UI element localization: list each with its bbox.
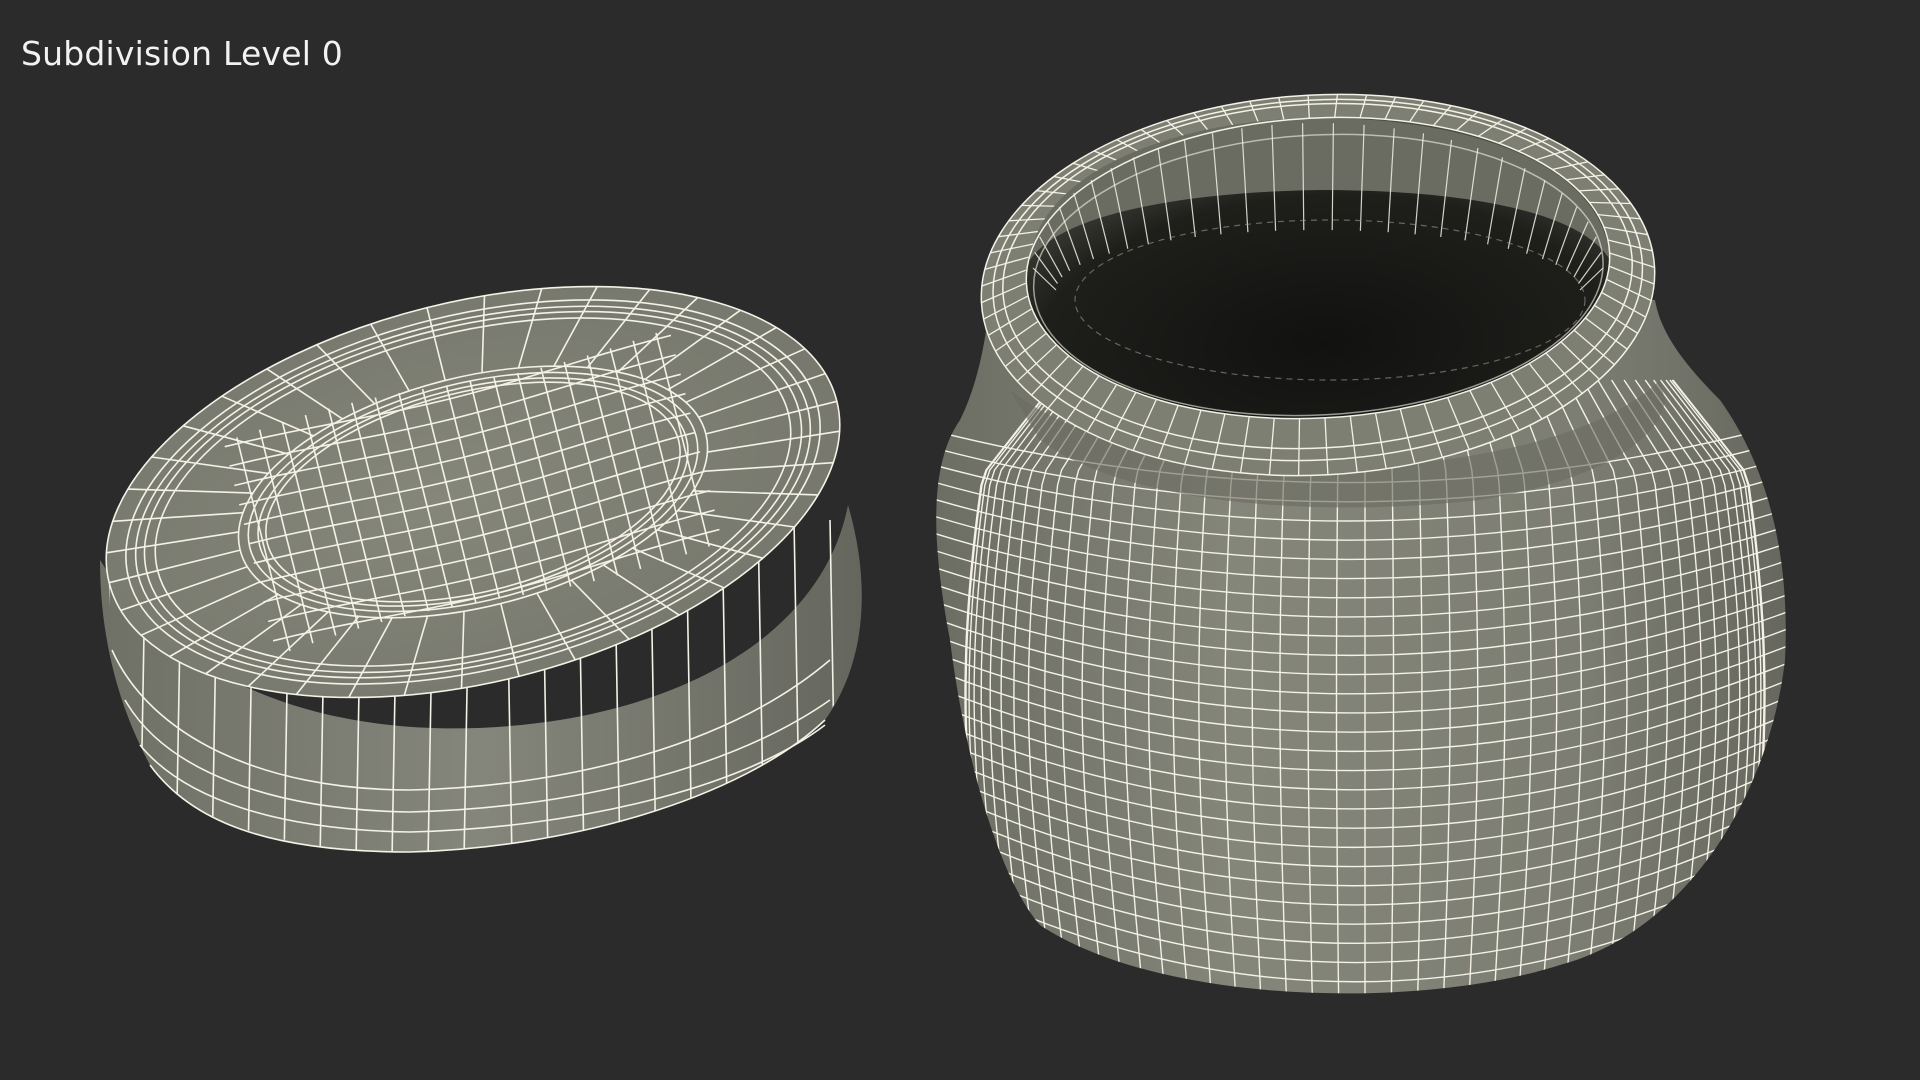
jar-lid-mesh[interactable] — [63, 217, 883, 860]
jar-body-mesh[interactable] — [930, 78, 1800, 1080]
3d-viewport[interactable]: Subdivision Level 0 — [0, 0, 1920, 1080]
wireframe-scene — [63, 78, 1800, 1080]
